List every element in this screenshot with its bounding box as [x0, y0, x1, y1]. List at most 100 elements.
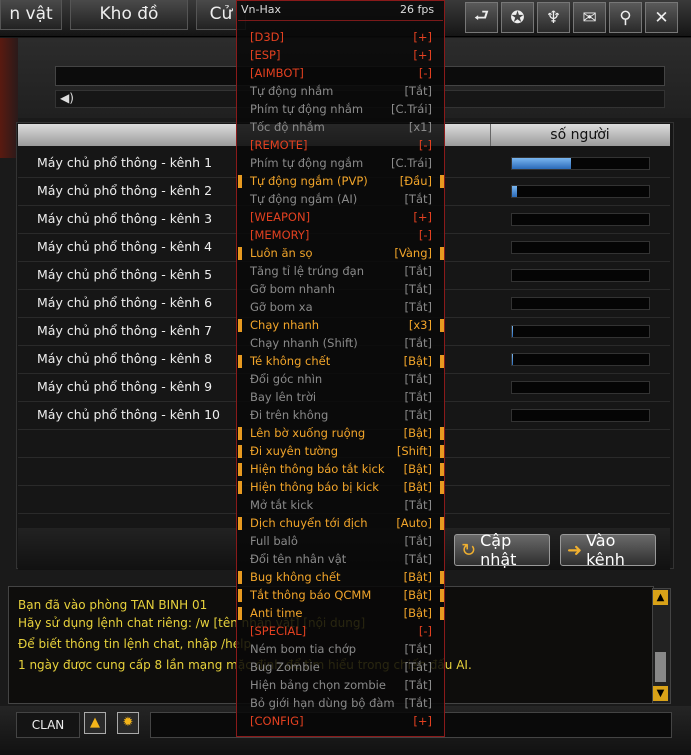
menu-option-label: Chạy nhanh: [250, 318, 320, 332]
menu-option[interactable]: Hiện thông báo bị kick [Bật]: [238, 479, 444, 497]
menu-section-header[interactable]: [MEMORY] [-]: [238, 227, 444, 245]
menu-option[interactable]: Gỡ bom xa [Tắt]: [238, 299, 444, 317]
menu-option[interactable]: Tăng tỉ lệ trúng đạn [Tắt]: [238, 263, 444, 281]
menu-option-value: [Tắt]: [404, 336, 432, 350]
menu-option[interactable]: Anti time [Bật]: [238, 605, 444, 623]
channel-name: Máy chủ phổ thông - kênh 9: [37, 379, 213, 394]
menu-section-header[interactable]: [CONFIG] [+]: [238, 713, 444, 731]
player-load-bar: [511, 409, 650, 422]
chat-line: Bạn đã vào phòng TAN BINH 01: [18, 598, 208, 612]
back-icon[interactable]: ⮐: [465, 2, 498, 33]
mail-icon[interactable]: ✉: [573, 2, 606, 33]
menu-option-value: [Tắt]: [404, 660, 432, 674]
menu-option-value: [Tắt]: [404, 192, 432, 206]
channel-name: Máy chủ phổ thông - kênh 1: [37, 155, 213, 170]
menu-option-value: [Tắt]: [404, 678, 432, 692]
menu-option-value: [Tắt]: [404, 534, 432, 548]
channel-name: Máy chủ phổ thông - kênh 8: [37, 351, 213, 366]
menu-option-value: [Bật]: [403, 606, 432, 620]
menu-option-label: Bug không chết: [250, 570, 341, 584]
menu-option[interactable]: Chạy nhanh (Shift) [Tắt]: [238, 335, 444, 353]
tab-character[interactable]: n vật: [0, 0, 62, 30]
menu-option[interactable]: Đổi góc nhìn [Tắt]: [238, 371, 444, 389]
gear-icon[interactable]: ✹: [117, 712, 139, 734]
menu-option-value: [Bật]: [403, 588, 432, 602]
speaker-icon[interactable]: ◀): [60, 91, 74, 105]
refresh-button[interactable]: ↻ Cập nhật: [454, 531, 550, 569]
menu-option[interactable]: Bay lên trời [Tắt]: [238, 389, 444, 407]
menu-option-value: [-]: [418, 138, 432, 152]
menu-option[interactable]: Tốc độ nhắm [x1]: [238, 119, 444, 137]
menu-section-header[interactable]: [D3D] [+]: [238, 29, 444, 47]
menu-option-value: [Tắt]: [404, 84, 432, 98]
scroll-down-icon[interactable]: ▼: [653, 686, 668, 701]
menu-option[interactable]: Tự động ngắm (AI) [Tắt]: [238, 191, 444, 209]
player-load-bar: [511, 297, 650, 310]
menu-option[interactable]: Ném bom tia chớp [Tắt]: [238, 641, 444, 659]
scroll-up-icon[interactable]: ▲: [653, 590, 668, 605]
menu-option-value: [Tắt]: [404, 696, 432, 710]
trophy-icon[interactable]: ♆: [537, 2, 570, 33]
menu-option[interactable]: Luôn ăn sọ [Vàng]: [238, 245, 444, 263]
menu-option-value: [Bật]: [403, 354, 432, 368]
channel-name: Máy chủ phổ thông - kênh 10: [37, 407, 220, 422]
channel-name: Máy chủ phổ thông - kênh 2: [37, 183, 213, 198]
menu-option-value: [Bật]: [403, 426, 432, 440]
menu-option[interactable]: Hiện thông báo tắt kick [Bật]: [238, 461, 444, 479]
triangle-up-icon[interactable]: ▲: [84, 712, 106, 734]
active-marker: [238, 445, 242, 458]
clan-channel-button[interactable]: CLAN: [16, 712, 80, 738]
menu-option-value: [x1]: [408, 120, 432, 134]
menu-option[interactable]: Bug Zombie [Tắt]: [238, 659, 444, 677]
menu-option[interactable]: Đổi tên nhân vật [Tắt]: [238, 551, 444, 569]
menu-option-label: Anti time: [250, 606, 303, 620]
menu-option[interactable]: Chạy nhanh [x3]: [238, 317, 444, 335]
menu-section-header[interactable]: [AIMBOT] [-]: [238, 65, 444, 83]
active-marker: [440, 445, 444, 458]
menu-section-header[interactable]: [SPECIAL] [-]: [238, 623, 444, 641]
player-load-bar: [511, 185, 650, 198]
enter-channel-button[interactable]: ➜ Vào kênh: [560, 531, 656, 569]
menu-option-label: Chạy nhanh (Shift): [250, 336, 358, 350]
menu-option[interactable]: Gỡ bom nhanh [Tắt]: [238, 281, 444, 299]
menu-option[interactable]: Mở tắt kick [Tắt]: [238, 497, 444, 515]
menu-option[interactable]: Hiện bảng chọn zombie [Tắt]: [238, 677, 444, 695]
scroll-thumb[interactable]: [655, 652, 666, 682]
close-icon[interactable]: ✕: [645, 2, 678, 33]
menu-option-value: [Tắt]: [404, 282, 432, 296]
active-marker: [238, 463, 242, 476]
menu-option[interactable]: Tự động ngắm (PVP) [Đầu]: [238, 173, 444, 191]
active-marker: [440, 571, 444, 584]
menu-option-value: [+]: [413, 714, 432, 728]
menu-option-value: [C.Trái]: [391, 156, 432, 170]
menu-option[interactable]: Full balô [Tắt]: [238, 533, 444, 551]
menu-option[interactable]: Bug không chết [Bật]: [238, 569, 444, 587]
menu-option[interactable]: Phím tự động ngắm [C.Trái]: [238, 155, 444, 173]
menu-option[interactable]: Lên bờ xuống ruộng [Bật]: [238, 425, 444, 443]
wrench-icon[interactable]: ⚲: [609, 2, 642, 33]
menu-option[interactable]: Tự động nhắm [Tắt]: [238, 83, 444, 101]
active-marker: [440, 319, 444, 332]
menu-option[interactable]: Té không chết [Bật]: [238, 353, 444, 371]
menu-option[interactable]: Phím tự động nhắm [C.Trái]: [238, 101, 444, 119]
player-load-fill: [512, 354, 514, 365]
menu-option[interactable]: Dịch chuyển tới địch [Auto]: [238, 515, 444, 533]
tab-inventory[interactable]: Kho đồ: [70, 0, 188, 30]
menu-option-label: [REMOTE]: [250, 138, 308, 152]
menu-option[interactable]: Bỏ giới hạn dùng bộ đàm [Tắt]: [238, 695, 444, 713]
menu-section-header[interactable]: [WEAPON] [+]: [238, 209, 444, 227]
active-marker: [440, 175, 444, 188]
menu-option-label: Tự động ngắm (PVP): [250, 174, 368, 188]
menu-option-value: [Tắt]: [404, 300, 432, 314]
star-badge-icon[interactable]: ✪: [501, 2, 534, 33]
menu-option[interactable]: Đi trên không [Tắt]: [238, 407, 444, 425]
menu-option[interactable]: Tắt thông báo QCMM [Bật]: [238, 587, 444, 605]
player-load-bar: [511, 157, 650, 170]
menu-option-value: [+]: [413, 30, 432, 44]
menu-section-header[interactable]: [ESP] [+]: [238, 47, 444, 65]
menu-option-value: [Tắt]: [404, 642, 432, 656]
player-load-fill: [512, 158, 571, 169]
active-marker: [238, 319, 242, 332]
menu-option[interactable]: Đi xuyên tường [Shift]: [238, 443, 444, 461]
menu-section-header[interactable]: [REMOTE] [-]: [238, 137, 444, 155]
